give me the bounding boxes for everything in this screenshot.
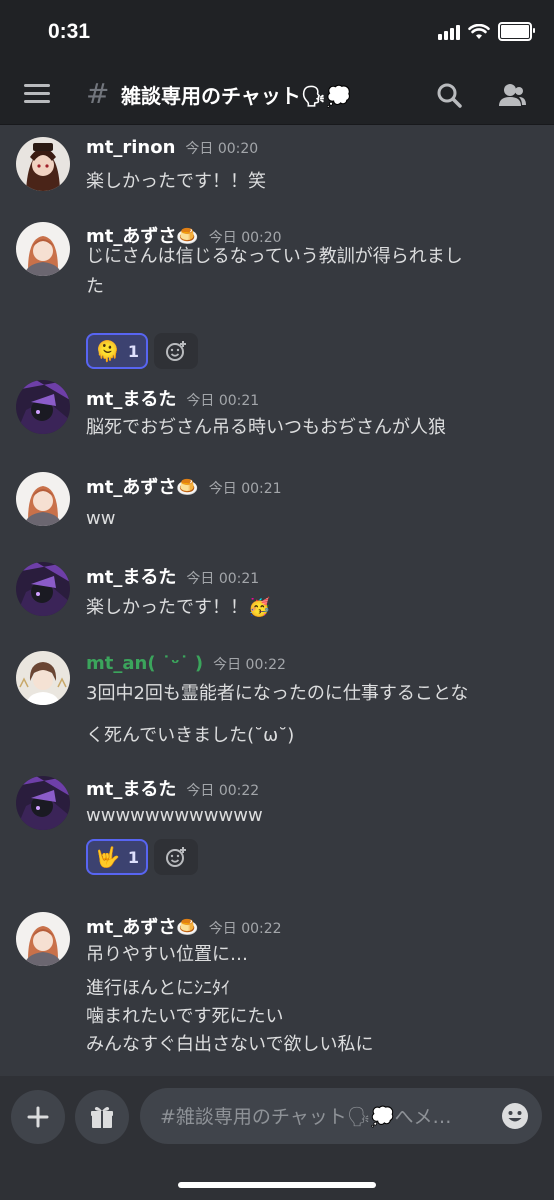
reaction-pill[interactable]: 🫠 1: [86, 333, 148, 369]
message-line: た: [86, 276, 104, 297]
timestamp: 今日 00:21: [186, 571, 260, 587]
message-line: wwwwwwwwwwww: [86, 805, 263, 826]
timestamp: 今日 00:22: [208, 921, 282, 937]
status-bar: 0:31: [0, 0, 554, 66]
username[interactable]: mt_まるた: [86, 563, 176, 589]
timestamp: 今日 00:21: [208, 481, 282, 497]
avatar[interactable]: [16, 912, 70, 966]
username[interactable]: mt_rinon: [86, 137, 175, 158]
username[interactable]: mt_まるた: [86, 385, 176, 411]
timestamp: 今日 00:22: [186, 783, 260, 799]
reaction-count: 1: [127, 341, 140, 361]
avatar[interactable]: [16, 380, 70, 434]
hamburger-menu-icon[interactable]: [24, 84, 50, 104]
love-you-gesture-emoji-icon: 🤟: [94, 845, 120, 869]
plus-icon: [27, 1106, 49, 1128]
gift-button[interactable]: [75, 1090, 129, 1144]
avatar[interactable]: [16, 222, 70, 276]
message-text: ww: [86, 504, 536, 534]
status-icons: [438, 22, 535, 41]
username[interactable]: mt_あずさ🍮: [86, 473, 199, 499]
channel-header: # 雑談専用のチャット🗣💭: [0, 66, 554, 125]
username[interactable]: mt_まるた: [86, 775, 176, 801]
add-reaction-icon[interactable]: [154, 839, 198, 875]
avatar[interactable]: [16, 562, 70, 616]
message-line: 3回中2回も霊能者になったのに仕事することな: [86, 683, 469, 704]
message-text: wwwwwwwwwwww: [86, 801, 536, 831]
home-indicator: [178, 1182, 376, 1188]
message-text: 3回中2回も霊能者になったのに仕事することな く死んでいきました(˘ω˘): [86, 673, 536, 757]
message-line: じにさんは信じるなっていう教訓が得られまし: [86, 246, 463, 267]
wifi-icon: [468, 23, 490, 39]
emoji-picker-icon[interactable]: [500, 1101, 530, 1131]
reaction-count: 1: [127, 847, 140, 867]
message-header: mt_rinon 今日 00:20: [86, 137, 258, 158]
search-icon[interactable]: [432, 78, 468, 114]
channel-title: 雑談専用のチャット🗣💭: [121, 84, 352, 108]
message-text: 楽しかったです！！笑: [86, 167, 536, 197]
avatar[interactable]: [16, 137, 70, 191]
username[interactable]: mt_an( ˙ᵕ˙ ): [86, 653, 203, 674]
add-reaction-icon[interactable]: [154, 333, 198, 369]
message-input-container[interactable]: [140, 1088, 542, 1146]
timestamp: 今日 00:22: [213, 657, 286, 673]
message-line: みんなすぐ白出さないで欲しい私に: [86, 1034, 374, 1055]
gift-icon: [91, 1107, 113, 1128]
message-input[interactable]: [158, 1088, 492, 1146]
message-line: く死んでいきました(˘ω˘): [86, 725, 295, 746]
message-line: 楽しかったです！！🥳: [86, 597, 271, 618]
message-header: mt_まるた 今日 00:22: [86, 775, 259, 801]
message-header: mt_まるた 今日 00:21: [86, 385, 259, 411]
message-line: 吊りやすい位置に…: [86, 944, 248, 965]
avatar[interactable]: [16, 776, 70, 830]
message-header: mt_あずさ🍮 今日 00:21: [86, 473, 282, 499]
message-header: mt_あずさ🍮 今日 00:22: [86, 913, 282, 939]
message-text: 脳死でおぢさん吊る時いつもおぢさんが人狼: [86, 413, 536, 443]
message-text: 吊りやすい位置に… 進行ほんとにｼﾆﾀｲ 噛まれたいです死にたい みんなすぐ白出…: [86, 941, 536, 1059]
battery-icon: [498, 22, 535, 41]
timestamp: 今日 00:21: [186, 393, 260, 409]
message-line: 噛まれたいです死にたい: [86, 1006, 284, 1027]
timestamp: 今日 00:20: [185, 141, 259, 157]
message-line: 進行ほんとにｼﾆﾀｲ: [86, 978, 230, 999]
reaction-pill[interactable]: 🤟 1: [86, 839, 148, 875]
message-line: ww: [86, 508, 116, 529]
message-line: 脳死でおぢさん吊る時いつもおぢさんが人狼: [86, 417, 446, 438]
message-text: 楽しかったです！！🥳: [86, 593, 536, 623]
avatar[interactable]: [16, 472, 70, 526]
melting-face-emoji-icon: 🫠: [94, 339, 120, 363]
message-header: mt_an( ˙ᵕ˙ ) 今日 00:22: [86, 653, 286, 674]
message-list[interactable]: mt_rinon 今日 00:20 楽しかったです！！笑 mt_あずさ🍮 今日 …: [0, 125, 554, 1075]
status-time: 0:31: [48, 20, 91, 43]
cellular-signal-icon: [438, 24, 460, 40]
add-attachment-button[interactable]: [11, 1090, 65, 1144]
message-text: じにさんは信じるなっていう教訓が得られまし た: [86, 242, 536, 302]
message-line: 楽しかったです！！笑: [86, 171, 266, 192]
username[interactable]: mt_あずさ🍮: [86, 913, 199, 939]
hash-icon: #: [86, 77, 110, 110]
members-icon[interactable]: [494, 78, 530, 114]
message-header: mt_まるた 今日 00:21: [86, 563, 259, 589]
chat-input-bar: [0, 1076, 554, 1200]
avatar[interactable]: [16, 651, 70, 705]
